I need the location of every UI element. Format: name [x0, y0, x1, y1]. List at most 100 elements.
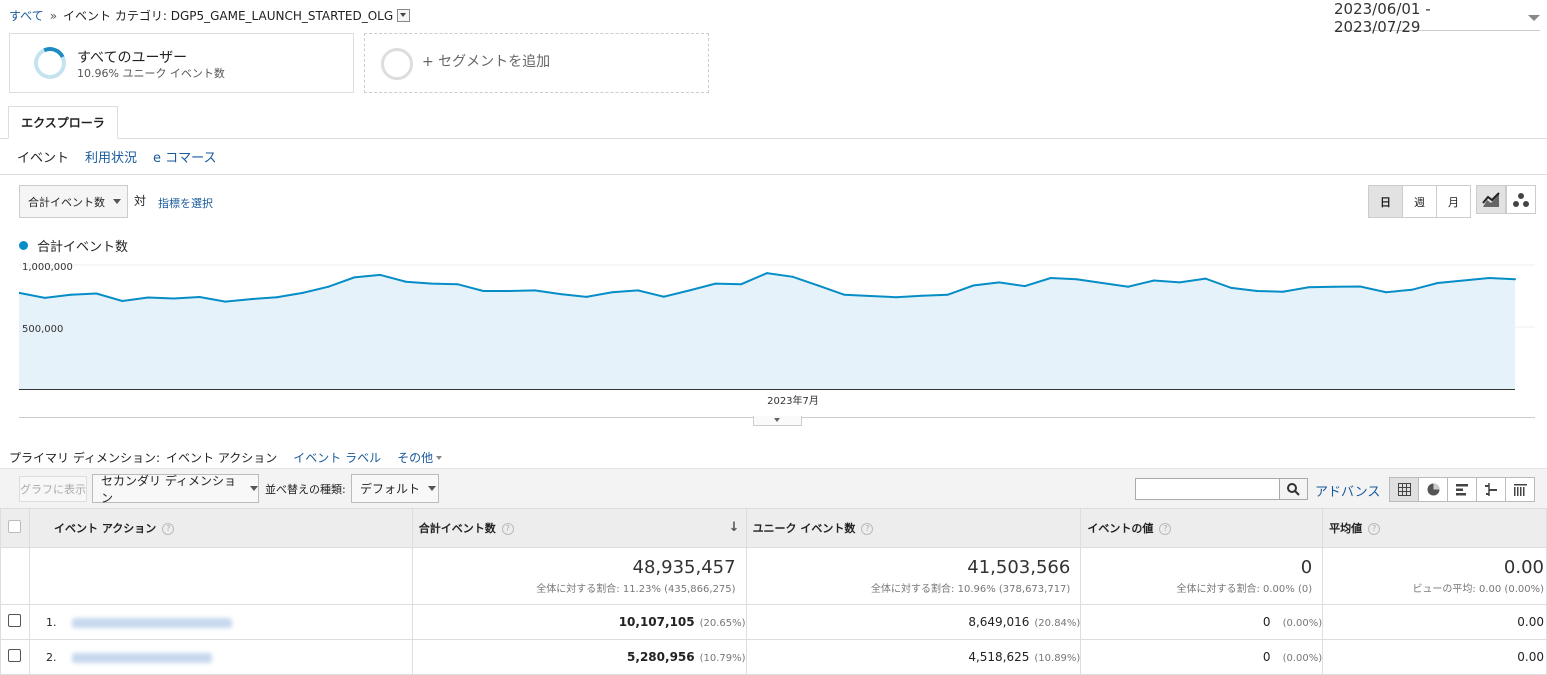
- metric-select[interactable]: 合計イベント数: [19, 185, 128, 218]
- data-point[interactable]: [972, 284, 975, 287]
- help-icon[interactable]: ?: [501, 523, 514, 535]
- data-point[interactable]: [1023, 285, 1026, 288]
- header-event-action[interactable]: イベント アクション?: [28, 508, 413, 548]
- row-checkbox[interactable]: [8, 614, 22, 627]
- data-point[interactable]: [1514, 278, 1516, 281]
- dimension-more[interactable]: その他: [397, 449, 443, 466]
- data-point[interactable]: [662, 295, 665, 298]
- data-point[interactable]: [95, 292, 98, 295]
- data-point[interactable]: [456, 283, 459, 286]
- data-point[interactable]: [1075, 278, 1078, 281]
- data-point[interactable]: [1359, 285, 1362, 288]
- data-point[interactable]: [1436, 282, 1439, 284]
- data-point[interactable]: [1333, 285, 1336, 288]
- dimension-event-action[interactable]: イベント アクション: [166, 449, 277, 466]
- data-point[interactable]: [198, 296, 201, 298]
- help-icon[interactable]: ?: [861, 523, 874, 535]
- data-point[interactable]: [121, 300, 124, 302]
- row-checkbox[interactable]: [8, 649, 22, 662]
- data-point[interactable]: [1204, 277, 1207, 280]
- help-icon[interactable]: ?: [1368, 523, 1381, 535]
- data-point[interactable]: [1462, 279, 1465, 282]
- granularity-week-button[interactable]: 週: [1402, 186, 1436, 217]
- help-icon[interactable]: ?: [162, 523, 175, 535]
- table-search-input[interactable]: [1135, 478, 1280, 500]
- granularity-day-button[interactable]: 日: [1369, 186, 1402, 217]
- search-button[interactable]: [1279, 478, 1308, 500]
- data-point[interactable]: [1488, 277, 1491, 279]
- header-average-value[interactable]: 平均値?: [1322, 508, 1547, 548]
- data-point[interactable]: [172, 297, 175, 300]
- header-event-value[interactable]: イベントの値?: [1080, 508, 1324, 548]
- view-data-button[interactable]: [1390, 478, 1418, 501]
- plot-rows-button[interactable]: グラフに表示: [19, 476, 87, 502]
- data-point[interactable]: [843, 293, 846, 296]
- data-point[interactable]: [688, 289, 691, 292]
- subtab-usage[interactable]: 利用状況: [85, 147, 137, 166]
- data-point[interactable]: [585, 295, 588, 298]
- header-total-events[interactable]: 合計イベント数? ↓: [411, 508, 747, 548]
- data-point[interactable]: [250, 298, 253, 301]
- segment-all-users[interactable]: すべてのユーザー 10.96% ユニーク イベント数: [9, 33, 354, 93]
- advanced-filter-link[interactable]: アドバンス: [1315, 481, 1380, 500]
- data-point[interactable]: [224, 300, 227, 303]
- data-point[interactable]: [508, 290, 511, 292]
- data-point[interactable]: [920, 294, 923, 297]
- view-pivot-button[interactable]: [1505, 478, 1534, 501]
- view-comparison-button[interactable]: [1476, 478, 1505, 501]
- data-point[interactable]: [1256, 290, 1259, 292]
- redacted-event-action-link[interactable]: [72, 617, 233, 628]
- redacted-event-action-link[interactable]: [72, 652, 213, 663]
- motion-chart-button[interactable]: [1506, 185, 1536, 214]
- data-point[interactable]: [817, 284, 820, 287]
- data-point[interactable]: [43, 296, 46, 299]
- data-point[interactable]: [791, 275, 794, 278]
- data-point[interactable]: [327, 285, 330, 288]
- help-icon[interactable]: ?: [1159, 523, 1172, 535]
- granularity-month-button[interactable]: 月: [1436, 186, 1470, 217]
- sort-type-select[interactable]: デフォルト: [351, 474, 439, 503]
- data-point[interactable]: [1127, 285, 1130, 288]
- view-percentage-button[interactable]: [1418, 478, 1447, 501]
- data-point[interactable]: [869, 295, 872, 297]
- data-point[interactable]: [611, 291, 614, 294]
- data-point[interactable]: [740, 283, 743, 286]
- data-point[interactable]: [482, 290, 485, 292]
- data-point[interactable]: [714, 282, 717, 285]
- data-point[interactable]: [766, 272, 768, 275]
- category-dropdown-icon[interactable]: [397, 9, 411, 22]
- line-chart-button[interactable]: [1476, 185, 1506, 214]
- date-range-picker[interactable]: 2023/06/01 - 2023/07/29: [1334, 0, 1540, 36]
- data-point[interactable]: [559, 293, 562, 296]
- subtab-ecommerce[interactable]: e コマース: [153, 147, 216, 166]
- chart-collapse-handle[interactable]: [753, 416, 802, 426]
- data-point[interactable]: [1152, 279, 1155, 282]
- add-segment-button[interactable]: + セグメントを追加: [364, 33, 709, 93]
- select-all-checkbox[interactable]: [8, 520, 22, 533]
- data-point[interactable]: [1410, 288, 1413, 291]
- data-point[interactable]: [895, 296, 897, 299]
- header-unique-events[interactable]: ユニーク イベント数?: [745, 508, 1082, 548]
- data-point[interactable]: [1178, 281, 1181, 284]
- data-point[interactable]: [147, 296, 149, 299]
- data-point[interactable]: [1281, 290, 1284, 293]
- select-metric-link[interactable]: 指標を選択: [158, 195, 213, 211]
- data-point[interactable]: [946, 293, 949, 296]
- data-point[interactable]: [353, 276, 356, 279]
- breadcrumb-all-link[interactable]: すべて: [9, 7, 44, 24]
- secondary-dimension-select[interactable]: セカンダリ ディメンション: [92, 474, 259, 505]
- subtab-events[interactable]: イベント: [17, 147, 69, 166]
- data-point[interactable]: [275, 296, 278, 299]
- data-point[interactable]: [1307, 286, 1310, 289]
- data-point[interactable]: [1049, 277, 1052, 279]
- data-point[interactable]: [998, 281, 1001, 284]
- dimension-event-label[interactable]: イベント ラベル: [293, 449, 381, 466]
- data-point[interactable]: [379, 273, 382, 276]
- data-point[interactable]: [404, 280, 407, 283]
- data-point[interactable]: [1101, 282, 1104, 284]
- data-point[interactable]: [301, 291, 304, 294]
- data-point[interactable]: [430, 282, 433, 285]
- data-point[interactable]: [1385, 291, 1387, 294]
- data-point[interactable]: [69, 293, 72, 296]
- tab-explorer[interactable]: エクスプローラ: [8, 106, 118, 139]
